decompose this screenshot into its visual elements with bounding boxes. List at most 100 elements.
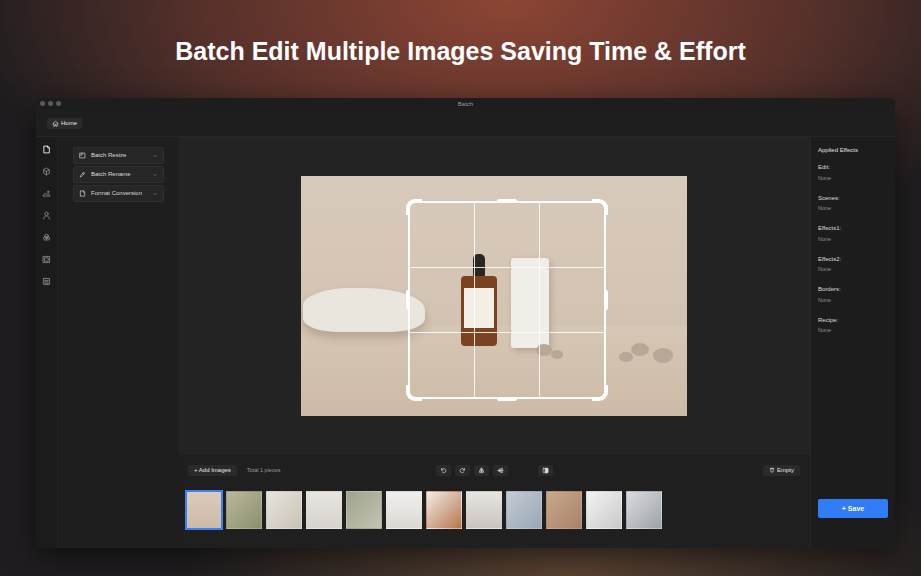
person-icon xyxy=(42,211,51,220)
tool-label: Format Conversion xyxy=(91,189,147,198)
thumbnail[interactable] xyxy=(506,491,542,529)
effect-label: Effects2: xyxy=(818,256,888,264)
thumbnail[interactable] xyxy=(546,491,582,529)
applied-effects-panel: Applied EffectsEdit:NoneScenes:NoneEffec… xyxy=(810,137,895,548)
file-icon xyxy=(79,190,86,197)
preview-image xyxy=(301,176,687,416)
recipe-icon xyxy=(42,277,51,286)
thumbnail[interactable] xyxy=(226,491,262,529)
effect-label: Effects1: xyxy=(818,225,888,233)
effect-value: None xyxy=(818,327,888,335)
thumbnail[interactable] xyxy=(426,491,462,529)
crop-overlay[interactable] xyxy=(408,201,606,399)
chevron-down-icon xyxy=(152,153,158,159)
rotate-left-icon xyxy=(440,467,447,474)
pen-icon xyxy=(79,171,86,178)
tool-item[interactable]: Format Conversion xyxy=(73,185,164,202)
effect-entry: Effects1: None xyxy=(818,225,888,243)
thumbnail[interactable] xyxy=(586,491,622,529)
tool-label: Batch Rename xyxy=(91,170,147,179)
crop-handle[interactable] xyxy=(592,199,608,215)
sidebar-item[interactable] xyxy=(40,142,54,156)
effect-entry: Scenes: None xyxy=(818,195,888,213)
toolbar: Home xyxy=(36,110,895,137)
scene-icon xyxy=(42,189,51,198)
compare-icon xyxy=(542,467,549,474)
sidebar-item[interactable] xyxy=(40,186,54,200)
tool-label: Batch Resize xyxy=(91,151,147,160)
tool-item[interactable]: Batch Resize xyxy=(73,147,164,164)
rotate-left-button[interactable] xyxy=(436,465,451,476)
home-button[interactable]: Home xyxy=(47,118,82,129)
effect-value: None xyxy=(818,205,888,213)
thumbnail[interactable] xyxy=(266,491,302,529)
canvas xyxy=(178,137,810,455)
icon-sidebar xyxy=(36,137,58,548)
crop-handle[interactable] xyxy=(406,199,422,215)
border-icon xyxy=(42,255,51,264)
cube-icon xyxy=(42,167,51,176)
rotate-right-button[interactable] xyxy=(455,465,470,476)
effect-label: Scenes: xyxy=(818,195,888,203)
effect-label: Borders: xyxy=(818,286,888,294)
tool-panel: Batch Resize Batch Rename Format Conversio… xyxy=(58,137,178,548)
pebble xyxy=(631,343,649,356)
empty-button[interactable]: Empty xyxy=(763,465,800,476)
sidebar-item[interactable] xyxy=(40,230,54,244)
compare-button[interactable] xyxy=(538,465,553,476)
save-button[interactable]: + Save xyxy=(818,499,888,518)
thumbnail[interactable] xyxy=(186,491,222,529)
resize-icon xyxy=(79,152,86,159)
sidebar-item[interactable] xyxy=(40,274,54,288)
crop-handle[interactable] xyxy=(497,199,517,203)
window-controls[interactable] xyxy=(40,101,61,106)
app-window: Batch Home Batch Resize Batch Rename Forma… xyxy=(36,98,895,548)
crop-handle[interactable] xyxy=(604,290,608,310)
sidebar-item[interactable] xyxy=(40,252,54,266)
flip-vertical-button[interactable] xyxy=(493,465,508,476)
pebble xyxy=(653,348,673,363)
tool-item[interactable]: Batch Rename xyxy=(73,166,164,183)
pebble xyxy=(619,352,633,362)
rotate-right-icon xyxy=(459,467,466,474)
hero-banner: Batch Edit Multiple Images Saving Time &… xyxy=(0,0,921,98)
sidebar-item[interactable] xyxy=(40,208,54,222)
add-images-button[interactable]: + Add Images xyxy=(188,465,237,476)
crop-handle[interactable] xyxy=(497,397,517,401)
thumbnail[interactable] xyxy=(346,491,382,529)
flip-vertical-icon xyxy=(497,467,504,474)
home-icon xyxy=(52,120,59,127)
effect-label: Recipe: xyxy=(818,317,888,325)
effect-value: None xyxy=(818,297,888,305)
thumbnail[interactable] xyxy=(626,491,662,529)
effects-title: Applied Effects xyxy=(818,147,888,154)
effect-entry: Borders: None xyxy=(818,286,888,304)
effects-icon xyxy=(42,233,51,242)
chevron-down-icon xyxy=(152,172,158,178)
flip-horizontal-button[interactable] xyxy=(474,465,489,476)
thumbnail[interactable] xyxy=(466,491,502,529)
effect-value: None xyxy=(818,175,888,183)
chevron-down-icon xyxy=(152,191,158,197)
effect-label: Edit: xyxy=(818,164,888,172)
effect-value: None xyxy=(818,266,888,274)
crop-handle[interactable] xyxy=(406,290,410,310)
document-icon xyxy=(42,145,51,154)
effect-entry: Effects2: None xyxy=(818,256,888,274)
thumbnail[interactable] xyxy=(386,491,422,529)
control-bar: + Add Images Total 1 pieces Empty xyxy=(178,455,810,485)
home-label: Home xyxy=(61,120,77,126)
thumbnail[interactable] xyxy=(306,491,342,529)
control-right: Empty xyxy=(563,465,801,476)
effect-entry: Edit: None xyxy=(818,164,888,182)
control-tools xyxy=(436,465,553,476)
headline: Batch Edit Multiple Images Saving Time &… xyxy=(0,36,921,66)
thumbnail-strip xyxy=(178,485,810,548)
flip-horizontal-icon xyxy=(478,467,485,474)
image-count: Total 1 pieces xyxy=(247,466,281,474)
crop-handle[interactable] xyxy=(406,385,422,401)
effect-value: None xyxy=(818,236,888,244)
sidebar-item[interactable] xyxy=(40,164,54,178)
title-bar: Batch xyxy=(36,98,895,110)
window-title: Batch xyxy=(458,101,473,107)
